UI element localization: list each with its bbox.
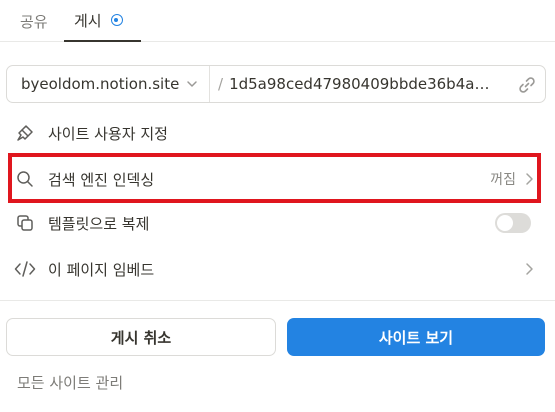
domain-select[interactable]: byeoldom.notion.site	[7, 66, 210, 102]
unpublish-button-label: 게시 취소	[110, 328, 172, 347]
published-status-icon	[110, 14, 123, 26]
embed-page-label: 이 페이지 임베드	[48, 260, 155, 279]
site-url-field: byeoldom.notion.site / 1d5a98ced47980409…	[6, 65, 546, 103]
customize-site-row[interactable]: 사이트 사용자 지정	[14, 115, 534, 151]
manage-all-sites-label: 모든 사이트 관리	[17, 374, 124, 392]
domain-text: byeoldom.notion.site	[21, 75, 180, 93]
duplicate-template-toggle[interactable]	[495, 213, 531, 233]
tab-bar: 공유 게시	[0, 0, 555, 42]
manage-all-sites-link[interactable]: 모든 사이트 관리	[17, 372, 123, 393]
tab-publish[interactable]: 게시	[64, 0, 141, 42]
duplicate-template-label: 템플릿으로 복제	[48, 214, 150, 233]
unpublish-button[interactable]: 게시 취소	[6, 318, 276, 356]
divider	[0, 300, 555, 301]
duplicate-template-row[interactable]: 템플릿으로 복제	[14, 205, 534, 241]
highlight-box	[8, 153, 541, 203]
url-path-text: 1d5a98ced47980409bbde36b4a1e...	[229, 75, 498, 93]
view-site-button[interactable]: 사이트 보기	[287, 318, 545, 356]
url-path-input[interactable]: / 1d5a98ced47980409bbde36b4a1e...	[210, 66, 545, 102]
tab-share-label: 공유	[20, 12, 48, 31]
view-site-button-label: 사이트 보기	[378, 328, 454, 347]
copy-link-icon[interactable]	[517, 75, 537, 95]
chevron-right-icon	[526, 263, 533, 275]
chevron-down-icon	[187, 81, 198, 87]
url-slash: /	[218, 75, 224, 93]
customize-site-label: 사이트 사용자 지정	[48, 124, 168, 143]
duplicate-icon	[14, 212, 36, 234]
tab-share[interactable]: 공유	[20, 0, 48, 42]
code-icon	[14, 258, 36, 280]
embed-page-row[interactable]: 이 페이지 임베드	[14, 251, 534, 287]
paintbrush-icon	[14, 122, 36, 144]
tab-publish-label: 게시	[74, 11, 102, 30]
